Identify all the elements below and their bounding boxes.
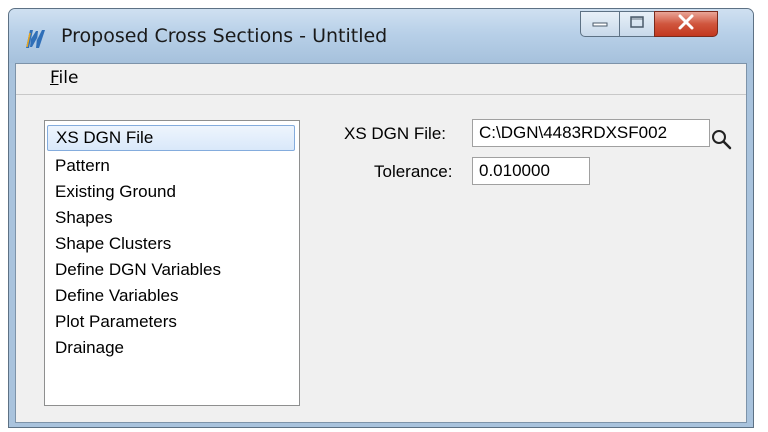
- list-item-xs-dgn-file[interactable]: XS DGN File: [47, 125, 295, 151]
- search-icon[interactable]: [709, 127, 735, 153]
- list-item-shapes[interactable]: Shapes: [47, 205, 295, 231]
- xs-dgn-file-input[interactable]: C:\DGN\4483RDXSF002: [472, 119, 710, 147]
- section-nav-list[interactable]: XS DGN File Pattern Existing Ground Shap…: [44, 120, 300, 406]
- list-item-define-variables[interactable]: Define Variables: [47, 283, 295, 309]
- tolerance-label: Tolerance:: [374, 162, 453, 181]
- close-button[interactable]: [654, 11, 718, 37]
- app-logo-icon: [23, 25, 49, 51]
- minimize-button[interactable]: [580, 11, 620, 37]
- maximize-button[interactable]: [619, 11, 655, 37]
- tolerance-input[interactable]: 0.010000: [472, 157, 590, 185]
- list-item-shape-clusters[interactable]: Shape Clusters: [47, 231, 295, 257]
- proposed-cross-sections-window: Proposed Cross Sections - Untitled File …: [8, 8, 754, 428]
- menu-bar: File: [16, 64, 746, 95]
- list-item-existing-ground[interactable]: Existing Ground: [47, 179, 295, 205]
- list-item-plot-parameters[interactable]: Plot Parameters: [47, 309, 295, 335]
- menu-file-mnemonic: F: [50, 68, 59, 88]
- xs-dgn-file-label: XS DGN File:: [344, 124, 447, 143]
- close-icon: [677, 14, 695, 35]
- menu-file-label: ile: [58, 68, 79, 88]
- list-item-pattern[interactable]: Pattern: [47, 153, 295, 179]
- list-item-drainage[interactable]: Drainage: [47, 335, 295, 361]
- maximize-icon: [629, 15, 645, 34]
- dialog-client-area: File XS DGN File Pattern Existing Ground…: [15, 63, 747, 423]
- menu-file[interactable]: File: [50, 68, 78, 88]
- minimize-icon: [591, 15, 609, 33]
- list-item-define-dgn-variables[interactable]: Define DGN Variables: [47, 257, 295, 283]
- window-title: Proposed Cross Sections - Untitled: [61, 25, 388, 47]
- title-bar[interactable]: Proposed Cross Sections - Untitled: [9, 9, 753, 63]
